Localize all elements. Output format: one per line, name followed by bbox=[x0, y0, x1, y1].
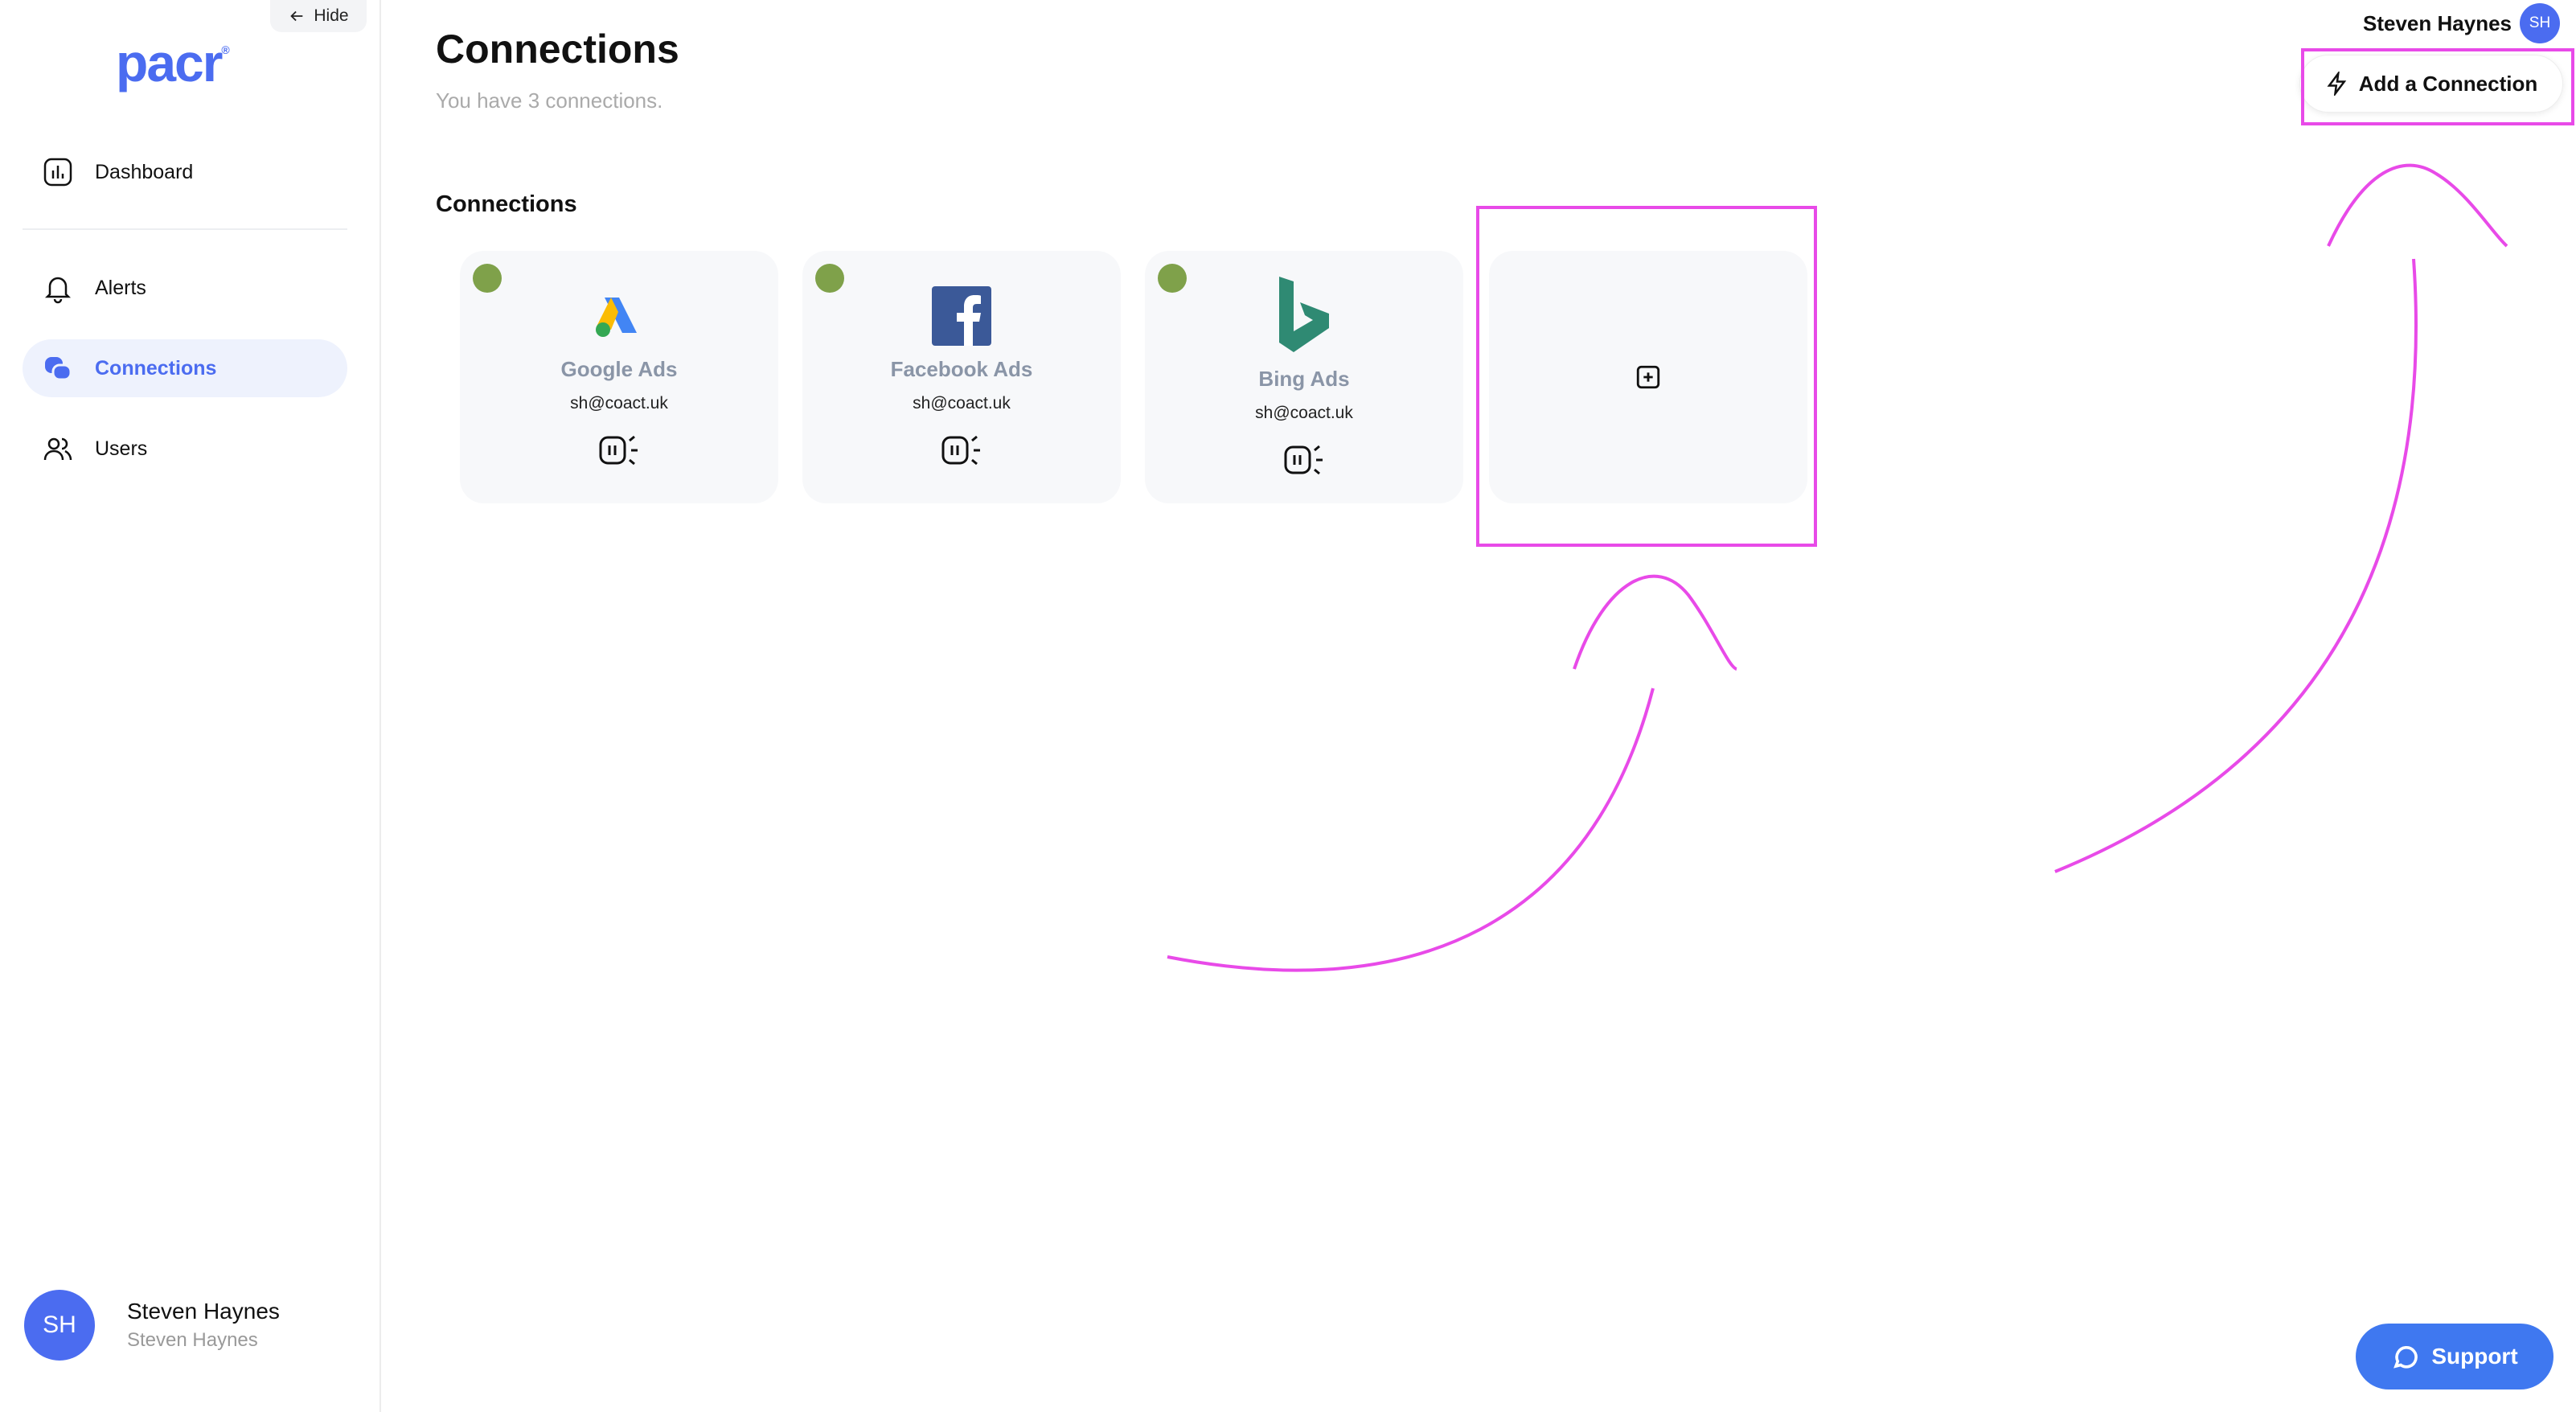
sidebar-item-dashboard[interactable]: Dashboard bbox=[23, 143, 347, 201]
sidebar-item-users[interactable]: Users bbox=[23, 420, 347, 478]
annotation-arrow-shaft bbox=[2054, 258, 2418, 873]
connection-card-google-ads[interactable]: Google Ads sh@coact.uk bbox=[460, 251, 778, 503]
status-dot bbox=[815, 264, 844, 293]
user-name: Steven Haynes bbox=[127, 1299, 280, 1324]
avatar[interactable]: SH bbox=[2520, 3, 2560, 43]
sidebar-item-label: Dashboard bbox=[95, 160, 194, 183]
sidebar-item-connections[interactable]: Connections bbox=[23, 339, 347, 397]
google-ads-icon bbox=[596, 298, 637, 337]
users-icon bbox=[43, 437, 72, 461]
sidebar-divider bbox=[23, 228, 347, 230]
connection-email: sh@coact.uk bbox=[913, 394, 1011, 413]
support-label: Support bbox=[2431, 1344, 2518, 1369]
facebook-icon bbox=[932, 286, 991, 346]
sidebar-user[interactable]: SH Steven Haynes Steven Haynes bbox=[24, 1290, 280, 1361]
connection-card-bing-ads[interactable]: Bing Ads sh@coact.uk bbox=[1145, 251, 1463, 503]
connection-email: sh@coact.uk bbox=[570, 394, 668, 413]
arrow-left-icon bbox=[290, 10, 303, 22]
annotation-arrow-head bbox=[1573, 574, 1737, 671]
annotation-arrow-shaft bbox=[1167, 688, 1655, 972]
sidebar-item-alerts[interactable]: Alerts bbox=[23, 259, 347, 317]
top-user[interactable]: Steven Haynes bbox=[2363, 11, 2512, 36]
status-dot bbox=[473, 264, 502, 293]
support-button[interactable]: Support bbox=[2356, 1324, 2553, 1389]
connection-name: Facebook Ads bbox=[890, 357, 1033, 381]
user-subtitle: Steven Haynes bbox=[127, 1329, 258, 1351]
bing-icon bbox=[1279, 277, 1329, 352]
page-subtitle: You have 3 connections. bbox=[436, 88, 663, 113]
connection-card-facebook-ads[interactable]: Facebook Ads sh@coact.uk bbox=[802, 251, 1121, 503]
announce-icon[interactable] bbox=[597, 433, 641, 468]
sidebar-item-label: Users bbox=[95, 437, 148, 460]
chat-icon bbox=[2393, 1346, 2418, 1369]
status-dot bbox=[1158, 264, 1187, 293]
section-title: Connections bbox=[436, 191, 577, 217]
bell-icon bbox=[44, 277, 72, 304]
annotation-highlight-add-card bbox=[1476, 206, 1817, 547]
top-user-name: Steven Haynes bbox=[2363, 11, 2512, 35]
page-title: Connections bbox=[436, 27, 679, 72]
sidebar: pacr® Hide Dashboard Alerts Connections … bbox=[0, 0, 381, 1412]
announce-icon[interactable] bbox=[940, 433, 983, 468]
sidebar-item-label: Alerts bbox=[95, 276, 146, 299]
annotation-highlight-add-button bbox=[2301, 48, 2574, 125]
connection-name: Google Ads bbox=[560, 357, 678, 381]
sidebar-item-label: Connections bbox=[95, 356, 217, 380]
pacr-logo[interactable]: pacr® bbox=[116, 32, 230, 93]
announce-icon[interactable] bbox=[1282, 442, 1326, 478]
annotation-arrow-head bbox=[2327, 163, 2508, 248]
connection-name: Bing Ads bbox=[1258, 367, 1350, 391]
chart-icon bbox=[43, 158, 72, 187]
annotation-arrows bbox=[1167, 163, 2508, 972]
connection-email: sh@coact.uk bbox=[1255, 404, 1353, 422]
avatar: SH bbox=[24, 1290, 95, 1361]
hide-label: Hide bbox=[314, 6, 349, 25]
hide-sidebar-button[interactable]: Hide bbox=[270, 0, 367, 32]
connections-icon bbox=[45, 357, 72, 381]
